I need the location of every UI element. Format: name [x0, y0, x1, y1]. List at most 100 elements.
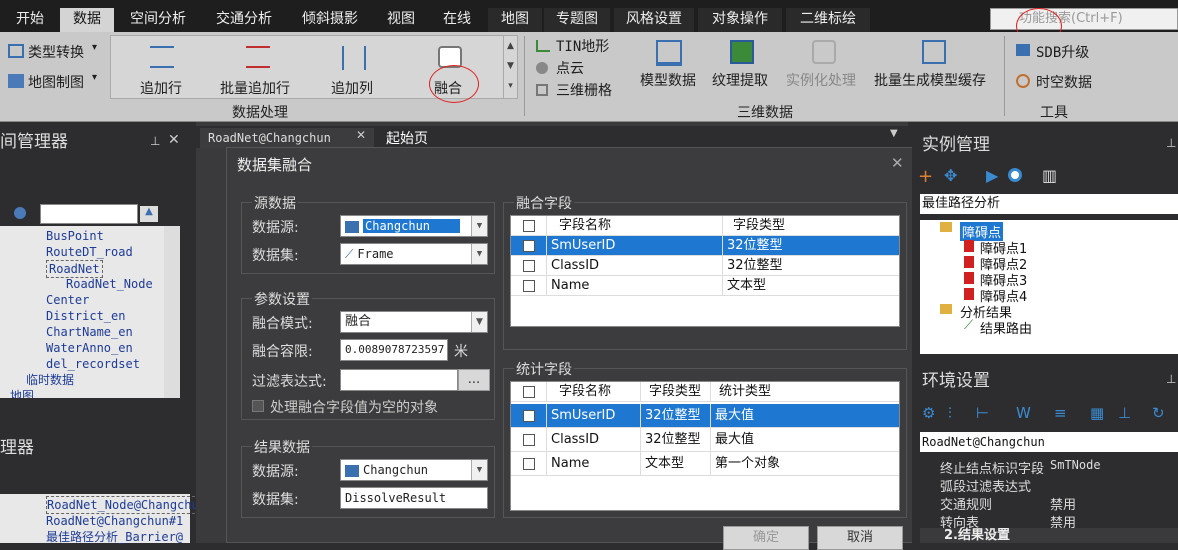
- row-checkbox[interactable]: [523, 280, 535, 292]
- dropdown-icon[interactable]: [14, 207, 26, 219]
- raster-3d-button[interactable]: 三维栅格: [556, 80, 612, 100]
- tree-item[interactable]: del_recordset: [46, 356, 140, 372]
- close-icon[interactable]: ✕: [891, 154, 904, 172]
- turn-icon[interactable]: ⊥: [1118, 398, 1131, 428]
- result-dataset-input[interactable]: DissolveResult: [340, 487, 488, 509]
- add-row-button[interactable]: 追加行: [140, 78, 182, 98]
- table-row[interactable]: Name 文本型: [511, 276, 899, 296]
- tab-object-ops[interactable]: 对象操作: [698, 8, 782, 32]
- tab-start[interactable]: 开始: [4, 8, 56, 32]
- move-icon[interactable]: ✥: [944, 166, 957, 185]
- scrollbar[interactable]: [164, 226, 180, 398]
- node-icon[interactable]: ⊢: [976, 398, 989, 428]
- point-cloud-button[interactable]: 点云: [556, 58, 584, 78]
- table-icon[interactable]: ▥: [1042, 166, 1057, 185]
- environment-dataset-select[interactable]: RoadNet@Changchun: [920, 432, 1178, 452]
- analysis-select[interactable]: 最佳路径分析: [920, 194, 1178, 214]
- header-checkbox-cell: [511, 216, 547, 236]
- add-icon[interactable]: +: [918, 166, 933, 187]
- dataset-select[interactable]: ⟋ Frame ▼: [340, 243, 488, 265]
- tree-item-map[interactable]: 地图: [10, 388, 34, 398]
- select-all-checkbox[interactable]: [523, 386, 535, 398]
- arrow-up-icon[interactable]: ▲: [140, 206, 158, 222]
- select-all-checkbox[interactable]: [523, 220, 535, 232]
- texture-extract-button[interactable]: 纹理提取: [712, 70, 768, 90]
- row-checkbox[interactable]: [523, 434, 535, 446]
- pin-icon[interactable]: ⊥: [1166, 372, 1176, 386]
- tab-online[interactable]: 在线: [432, 8, 482, 32]
- close-icon[interactable]: ✕: [356, 128, 366, 142]
- section-result-settings[interactable]: 2.结果设置: [920, 528, 1178, 543]
- gallery-scroll[interactable]: ▲ ▼ ▾: [503, 36, 517, 98]
- tree-item[interactable]: ChartName_en: [46, 324, 133, 340]
- tree-item-temp[interactable]: 临时数据: [26, 372, 74, 388]
- table-row[interactable]: ClassID 32位整型 最大值: [511, 428, 899, 452]
- play-icon[interactable]: ▶: [986, 166, 998, 185]
- tab-traffic-analysis[interactable]: 交通分析: [204, 8, 284, 32]
- row-checkbox[interactable]: [523, 410, 535, 422]
- filter-expression-button[interactable]: ...: [458, 369, 490, 391]
- tab-2d-plot[interactable]: 二维标绘: [786, 8, 870, 32]
- refresh-icon[interactable]: ↻: [1152, 398, 1165, 428]
- workspace-search-input[interactable]: [40, 204, 138, 224]
- table-header: 字段名称 字段类型 统计类型: [511, 382, 899, 402]
- table-row[interactable]: ClassID 32位整型: [511, 256, 899, 276]
- result-datasource-select[interactable]: Changchun ▼: [340, 459, 488, 481]
- tab-thematic[interactable]: 专题图: [544, 8, 610, 32]
- chevron-down-icon[interactable]: ▼: [890, 128, 898, 139]
- table-row[interactable]: Name 文本型 第一个对象: [511, 452, 899, 476]
- tab-data[interactable]: 数据: [60, 8, 114, 32]
- tolerance-input[interactable]: 0.0089078723597: [340, 339, 448, 361]
- doc-tab-map[interactable]: RoadNet@Changchun: [200, 128, 374, 148]
- null-field-checkbox[interactable]: [252, 400, 264, 412]
- filter-icon[interactable]: ≡: [1054, 398, 1067, 428]
- layer-item[interactable]: RoadNet@Changchun#1: [46, 513, 183, 529]
- tree-item[interactable]: RouteDT_road: [46, 244, 133, 260]
- close-icon[interactable]: ✕: [168, 132, 180, 148]
- doc-tab-start[interactable]: 起始页: [386, 128, 428, 148]
- filter-input[interactable]: [340, 369, 458, 391]
- row-checkbox[interactable]: [523, 260, 535, 272]
- pin-icon[interactable]: ⊥: [150, 134, 160, 148]
- tree-item[interactable]: Center: [46, 292, 89, 308]
- add-column-button[interactable]: 追加列: [331, 78, 373, 98]
- sdb-upgrade-button[interactable]: SDB升级: [1036, 42, 1089, 62]
- tree-item[interactable]: BusPoint: [46, 228, 104, 244]
- row-checkbox[interactable]: [523, 240, 535, 252]
- layer-item[interactable]: RoadNet_Node@Changchu: [46, 496, 200, 514]
- ok-button[interactable]: 确定: [723, 526, 809, 550]
- tab-view[interactable]: 视图: [376, 8, 426, 32]
- record-icon[interactable]: [1008, 168, 1022, 182]
- tree-item[interactable]: 结果路由: [980, 318, 1032, 337]
- result-datasource-value: Changchun: [363, 463, 429, 477]
- spatiotemporal-button[interactable]: 时空数据: [1036, 72, 1092, 92]
- pin-icon[interactable]: ⊥: [1166, 136, 1176, 150]
- stack-icon[interactable]: ⫶: [948, 398, 952, 428]
- tree-item[interactable]: District_en: [46, 308, 125, 324]
- add-column-icon: [342, 46, 366, 70]
- datasource-select[interactable]: Changchun ▼: [340, 215, 488, 237]
- map-making-button[interactable]: 地图制图: [28, 72, 84, 92]
- tab-oblique[interactable]: 倾斜摄影: [290, 8, 370, 32]
- map-icon: [8, 74, 24, 88]
- tab-map[interactable]: 地图: [488, 8, 542, 32]
- tin-terrain-button[interactable]: TIN地形: [556, 36, 609, 56]
- prop-value[interactable]: 禁用: [1050, 494, 1076, 513]
- weight-icon[interactable]: W: [1016, 398, 1031, 428]
- model-data-button[interactable]: 模型数据: [640, 70, 696, 90]
- cancel-button[interactable]: 取消: [817, 526, 903, 550]
- tree-item[interactable]: RoadNet_Node: [66, 276, 153, 292]
- grid-icon[interactable]: ▦: [1090, 398, 1104, 428]
- table-row[interactable]: SmUserID 32位整型: [511, 236, 899, 256]
- tree-item[interactable]: WaterAnno_en: [46, 340, 133, 356]
- prop-value[interactable]: SmTNode: [1050, 458, 1101, 472]
- batch-model-cache-button[interactable]: 批量生成模型缓存: [874, 70, 986, 90]
- batch-add-row-button[interactable]: 批量追加行: [220, 78, 290, 98]
- settings-icon[interactable]: ⚙: [922, 398, 935, 428]
- table-row[interactable]: SmUserID 32位整型 最大值: [511, 404, 899, 428]
- row-checkbox[interactable]: [523, 458, 535, 470]
- tab-spatial-analysis[interactable]: 空间分析: [118, 8, 198, 32]
- mode-select[interactable]: 融合 ▼: [340, 311, 488, 333]
- type-convert-button[interactable]: 类型转换: [28, 42, 84, 62]
- tab-style[interactable]: 风格设置: [614, 8, 694, 32]
